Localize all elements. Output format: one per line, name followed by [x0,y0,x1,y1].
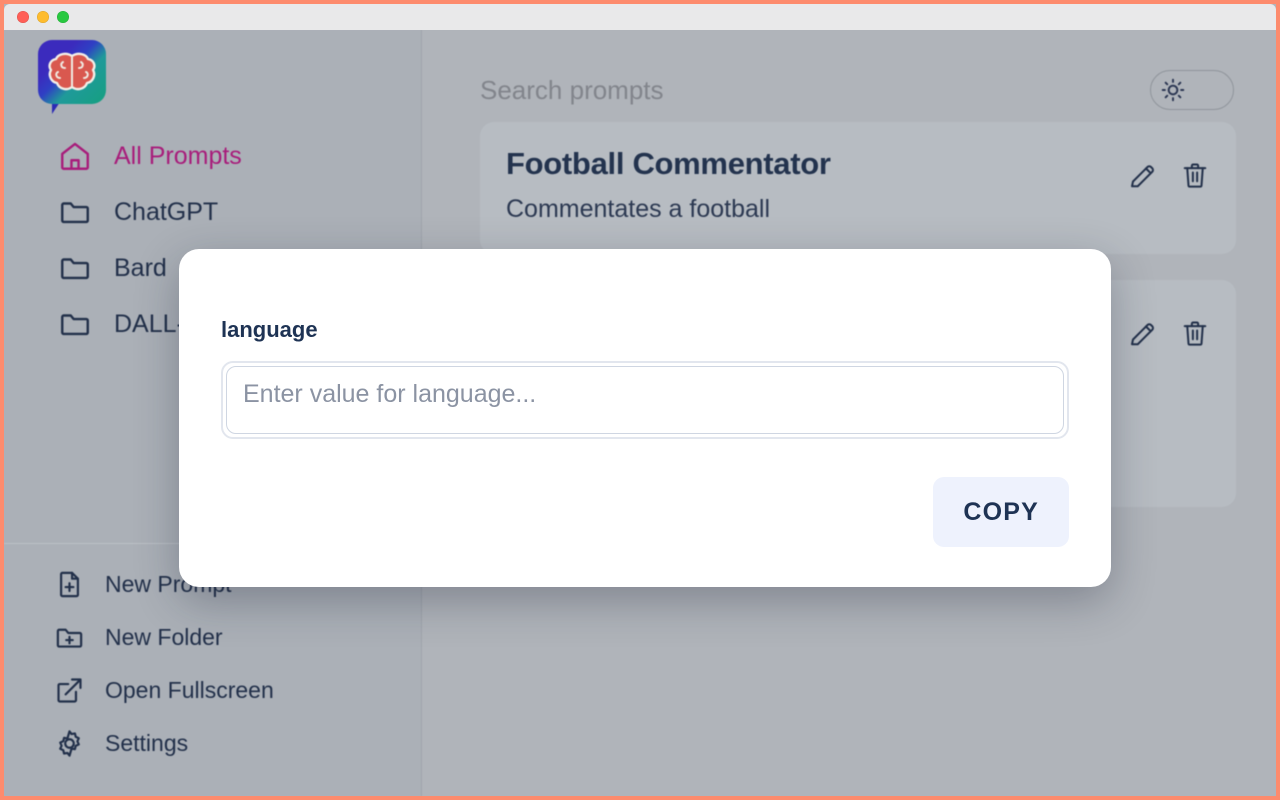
new-file-icon [54,569,85,600]
topbar [422,30,1276,122]
sidebar-item-all-prompts[interactable]: All Prompts [4,128,421,184]
sidebar-item-label: All Prompts [114,142,242,171]
logo-container [4,30,421,112]
copy-button[interactable]: COPY [933,477,1069,547]
brain-icon [46,51,98,93]
trash-icon[interactable] [1180,318,1210,348]
sidebar-item-label: Settings [105,730,188,757]
external-link-icon [54,675,85,706]
sidebar-item-open-fullscreen[interactable]: Open Fullscreen [4,664,421,717]
folder-icon [58,307,92,341]
sidebar-item-label: Open Fullscreen [105,677,274,704]
sidebar-item-label: New Folder [105,624,223,651]
search-input[interactable] [480,75,1040,106]
sidebar-item-settings[interactable]: Settings [4,717,421,770]
new-folder-icon [54,622,85,653]
prompt-card-actions [1128,146,1210,190]
pencil-icon[interactable] [1128,318,1158,348]
home-icon [58,139,92,173]
sun-icon [1160,77,1186,103]
close-window-button[interactable] [17,11,29,23]
pencil-icon[interactable] [1128,160,1158,190]
variable-input-modal: language COPY [179,249,1111,587]
prompt-card-actions [1128,304,1210,348]
sidebar-item-label: Bard [114,254,167,283]
maximize-window-button[interactable] [57,11,69,23]
folder-icon [58,251,92,285]
modal-footer: COPY [221,477,1069,547]
prompt-card[interactable]: Football Commentator Commentates a footb… [480,122,1236,254]
logo-square [38,40,106,104]
titlebar [4,4,1276,30]
gear-icon [54,728,85,759]
prompt-card-text: Football Commentator Commentates a footb… [506,146,1108,228]
sidebar-item-new-folder[interactable]: New Folder [4,611,421,664]
sidebar-item-label: ChatGPT [114,198,218,227]
trash-icon[interactable] [1180,160,1210,190]
folder-icon [58,195,92,229]
sidebar-item-chatgpt[interactable]: ChatGPT [4,184,421,240]
app-window: All Prompts ChatGPT Bard [0,0,1280,800]
variable-value-textarea[interactable] [226,366,1064,434]
app-logo [38,40,106,112]
prompt-card-title: Football Commentator [506,146,1108,182]
modal-textarea-wrapper [221,361,1069,439]
prompt-card-description: Commentates a football [506,192,1108,228]
theme-toggle[interactable] [1150,70,1234,110]
modal-field-label: language [221,317,1069,343]
minimize-window-button[interactable] [37,11,49,23]
